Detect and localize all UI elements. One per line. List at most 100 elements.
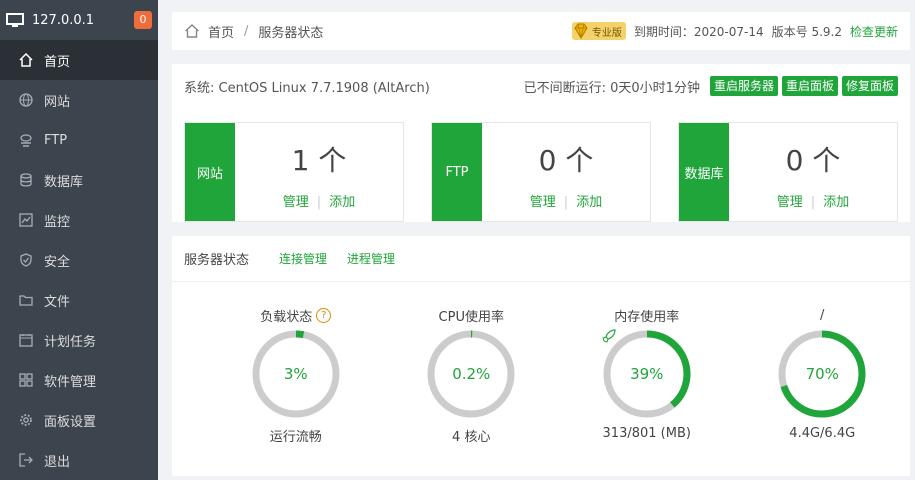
sidebar-item-website[interactable]: 网站 — [0, 80, 158, 120]
manage-link[interactable]: 管理 — [283, 195, 309, 210]
gauge-value: 3% — [283, 365, 308, 383]
sidebar-item-label: 监控 — [44, 214, 71, 230]
top-bar: 首页 / 服务器状态 专业版 到期时间：2020-07-14 版本号 5.9.2… — [172, 12, 910, 50]
shield-icon — [18, 252, 34, 268]
sidebar-item-software[interactable]: 软件管理 — [0, 360, 158, 400]
breadcrumb-current: 服务器状态 — [258, 25, 324, 41]
restart-server-button[interactable]: 重启服务器 — [709, 76, 778, 96]
gauge-subtext: 4.4G/6.4G — [789, 426, 856, 441]
gauge-title: 负载状态 — [260, 309, 313, 325]
gauge-ring: 70% — [776, 328, 868, 420]
folder-icon — [18, 292, 34, 308]
sidebar-item-label: 计划任务 — [44, 334, 97, 350]
monitor-chart-icon — [18, 212, 34, 228]
version-text: 版本号 5.9.2 — [771, 24, 842, 39]
os-info: 系统: CentOS Linux 7.7.1908 (AltArch) — [184, 80, 430, 96]
top-bar-info: 专业版 到期时间：2020-07-14 版本号 5.9.2 检查更新 — [571, 22, 898, 40]
stat-card-tag: FTP — [432, 123, 482, 221]
add-link[interactable]: 添加 — [329, 195, 355, 210]
home-icon[interactable] — [184, 23, 200, 39]
sidebar-item-label: 数据库 — [44, 174, 84, 190]
gear-icon — [18, 412, 34, 428]
stat-card-count: 0 个 — [538, 144, 594, 177]
uptime-text: 已不间断运行: 0天0小时1分钟 — [523, 80, 700, 96]
gauge-value: 39% — [630, 365, 664, 383]
check-update-link[interactable]: 检查更新 — [850, 23, 898, 40]
gauge-ring: 0.2% — [425, 328, 517, 420]
expiry-text: 到期时间：2020-07-14 — [633, 24, 764, 39]
sidebar-item-cron[interactable]: 计划任务 — [0, 320, 158, 360]
gauge-load[interactable]: 负载状态? 3% 运行流畅 — [208, 306, 384, 445]
diamond-icon — [574, 23, 588, 39]
manage-link[interactable]: 管理 — [777, 195, 803, 210]
gauge-disk[interactable]: / 70% 4.4G/6.4G — [735, 306, 911, 445]
sidebar-item-logout[interactable]: 退出 — [0, 440, 158, 480]
tab-processes[interactable]: 进程管理 — [347, 250, 395, 267]
sidebar-item-home[interactable]: 首页 — [0, 40, 158, 80]
add-link[interactable]: 添加 — [823, 195, 849, 210]
server-status-panel: 服务器状态 连接管理 进程管理 负载状态? 3% 运行流畅 CPU使用率 0.2… — [172, 236, 910, 476]
gauge-title: / — [820, 307, 825, 323]
status-panel-header: 服务器状态 连接管理 进程管理 — [172, 236, 910, 282]
sidebar-item-label: 面板设置 — [44, 414, 97, 430]
breadcrumb-home[interactable]: 首页 — [208, 22, 234, 41]
notification-badge[interactable]: 0 — [134, 11, 152, 29]
ftp-icon — [18, 132, 34, 148]
main-content: 首页 / 服务器状态 专业版 到期时间：2020-07-14 版本号 5.9.2… — [172, 12, 910, 476]
stat-card-tag: 网站 — [185, 123, 235, 221]
stats-section: 网站 1 个 管理 | 添加 FTP 0 个 管理 | 添加 数据库 0 个 管… — [172, 108, 910, 222]
stat-card-website: 网站 1 个 管理 | 添加 — [184, 122, 404, 222]
gauge-ring: 3% — [250, 328, 342, 420]
sidebar-item-label: 软件管理 — [44, 374, 97, 390]
sidebar-item-settings[interactable]: 面板设置 — [0, 400, 158, 440]
gauge-subtext: 运行流畅 — [269, 430, 322, 445]
gauge-subtext: 4 核心 — [452, 430, 491, 445]
stat-card-ftp: FTP 0 个 管理 | 添加 — [431, 122, 651, 222]
sidebar-item-ftp[interactable]: FTP — [0, 120, 158, 160]
sidebar-item-label: 网站 — [44, 94, 71, 110]
monitor-icon — [6, 13, 24, 27]
restart-panel-button[interactable]: 重启面板 — [781, 76, 838, 96]
sidebar-item-label: 首页 — [44, 54, 71, 70]
add-link[interactable]: 添加 — [576, 195, 602, 210]
manage-link[interactable]: 管理 — [530, 195, 556, 210]
system-bar: 系统: CentOS Linux 7.7.1908 (AltArch) 已不间断… — [172, 64, 910, 108]
divider: | — [316, 195, 322, 210]
gauges-row: 负载状态? 3% 运行流畅 CPU使用率 0.2% 4 核心 内存使用率 39%… — [172, 282, 910, 445]
logout-icon — [18, 452, 34, 468]
database-icon — [18, 172, 34, 188]
home-icon — [18, 52, 34, 68]
status-panel-title: 服务器状态 — [184, 253, 250, 268]
sidebar-item-label: 安全 — [44, 254, 71, 270]
globe-icon — [18, 92, 34, 108]
gauge-ring: 39% — [601, 328, 693, 420]
repair-panel-button[interactable]: 修复面板 — [841, 76, 898, 96]
gauge-title: CPU使用率 — [438, 309, 504, 325]
divider: | — [810, 195, 816, 210]
edition-badge: 专业版 — [571, 22, 626, 40]
divider: | — [563, 195, 569, 210]
tab-connections[interactable]: 连接管理 — [279, 250, 327, 267]
sidebar-header: 127.0.0.1 0 — [0, 0, 158, 40]
help-icon[interactable]: ? — [316, 307, 332, 323]
stat-card-count: 1 个 — [291, 144, 347, 177]
stat-card-count: 0 个 — [785, 144, 841, 177]
sidebar: 127.0.0.1 0 首页 网站 FTP 数据库 监控 安全 文件 计划任务 … — [0, 0, 158, 480]
sidebar-item-files[interactable]: 文件 — [0, 280, 158, 320]
sidebar-item-label: FTP — [44, 132, 68, 148]
sidebar-item-monitor[interactable]: 监控 — [0, 200, 158, 240]
sidebar-item-security[interactable]: 安全 — [0, 240, 158, 280]
host-address: 127.0.0.1 — [32, 12, 95, 28]
edition-label: 专业版 — [591, 27, 622, 39]
gauge-value: 0.2% — [452, 365, 491, 383]
stat-card-tag: 数据库 — [679, 123, 729, 221]
gauge-memory[interactable]: 内存使用率 39% 313/801 (MB) — [559, 306, 735, 445]
sidebar-item-label: 文件 — [44, 294, 71, 310]
breadcrumb-separator: / — [244, 23, 249, 39]
gauge-subtext: 313/801 (MB) — [602, 426, 691, 441]
sidebar-item-label: 退出 — [44, 454, 71, 470]
stat-card-database: 数据库 0 个 管理 | 添加 — [678, 122, 898, 222]
gauge-cpu[interactable]: CPU使用率 0.2% 4 核心 — [384, 306, 560, 445]
grid-icon — [18, 372, 34, 388]
sidebar-item-database[interactable]: 数据库 — [0, 160, 158, 200]
